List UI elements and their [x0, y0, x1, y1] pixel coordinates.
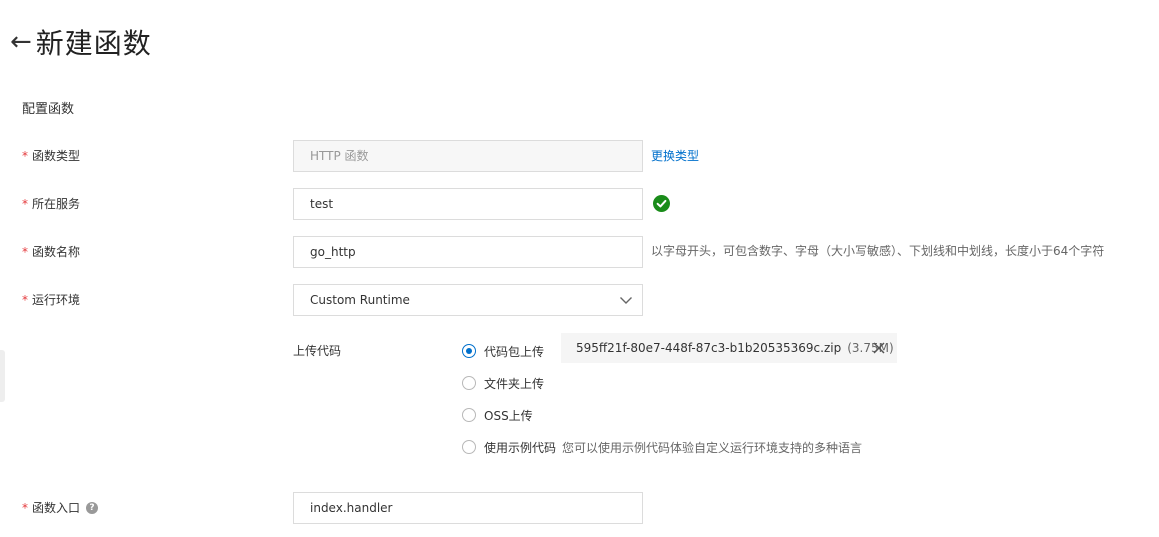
- function-type-label: * 函数类型: [22, 140, 80, 172]
- close-icon[interactable]: [873, 342, 885, 354]
- required-mark: *: [22, 245, 28, 259]
- service-label-text: 所在服务: [32, 197, 81, 211]
- entry-label-text: 函数入口: [32, 501, 81, 515]
- file-name: 595ff21f-80e7-448f-87c3-b1b20535369c.zip: [576, 341, 842, 355]
- radio-label: OSS上传: [484, 408, 533, 423]
- radio-button[interactable]: [462, 376, 476, 390]
- file-size: (3.75M): [847, 341, 894, 355]
- service-label: * 所在服务: [22, 188, 80, 220]
- required-mark: *: [22, 501, 28, 515]
- runtime-select-value: Custom Runtime: [310, 293, 410, 307]
- radio-package-upload[interactable]: 代码包上传: [462, 342, 544, 360]
- radio-label: 文件夹上传: [484, 376, 545, 391]
- required-mark: *: [22, 293, 28, 307]
- radio-description: 您可以使用示例代码体验自定义运行环境支持的多种语言: [562, 440, 863, 455]
- runtime-label-text: 运行环境: [32, 293, 81, 307]
- radio-button[interactable]: [462, 408, 476, 422]
- radio-oss-upload[interactable]: OSS上传: [462, 406, 533, 424]
- chevron-down-icon: [620, 297, 632, 304]
- function-name-label: * 函数名称: [22, 236, 80, 268]
- entry-row: * 函数入口 ? index.handler: [0, 492, 1159, 524]
- runtime-select[interactable]: Custom Runtime: [293, 284, 643, 316]
- uploaded-file-chip: 595ff21f-80e7-448f-87c3-b1b20535369c.zip…: [561, 333, 897, 363]
- radio-button[interactable]: [462, 440, 476, 454]
- arrow-left-icon[interactable]: ←: [10, 29, 32, 55]
- help-icon[interactable]: ?: [86, 502, 99, 514]
- function-type-field: HTTP 函数: [293, 140, 643, 172]
- check-circle-icon: [653, 195, 670, 212]
- upload-code-label: 上传代码: [293, 344, 342, 358]
- required-mark: *: [22, 197, 28, 211]
- function-name-input[interactable]: go_http: [293, 236, 643, 268]
- entry-label: * 函数入口 ?: [22, 492, 99, 524]
- service-row: * 所在服务 test: [0, 188, 1159, 220]
- runtime-label: * 运行环境: [22, 284, 80, 316]
- runtime-row: * 运行环境 Custom Runtime: [0, 284, 1159, 316]
- required-mark: *: [22, 149, 28, 163]
- radio-button[interactable]: [462, 344, 476, 358]
- page: ← 新建函数 配置函数 * 函数类型 HTTP 函数 更换类型 * 所在服务 t…: [0, 0, 1159, 537]
- page-title: 新建函数: [35, 27, 152, 60]
- entry-input[interactable]: index.handler: [293, 492, 643, 524]
- radio-sample-code[interactable]: 使用示例代码 您可以使用示例代码体验自定义运行环境支持的多种语言: [462, 438, 862, 456]
- function-name-hint: 以字母开头，可包含数字、字母（大小写敏感）、下划线和中划线，长度小于64个字符: [651, 244, 1105, 258]
- service-input[interactable]: test: [293, 188, 643, 220]
- function-type-row: * 函数类型 HTTP 函数 更换类型: [0, 140, 1159, 172]
- radio-label: 代码包上传: [484, 344, 545, 359]
- function-type-label-text: 函数类型: [32, 149, 81, 163]
- page-header: ← 新建函数: [10, 20, 152, 64]
- side-handle[interactable]: [0, 350, 5, 402]
- function-name-label-text: 函数名称: [32, 245, 81, 259]
- radio-label: 使用示例代码: [484, 440, 557, 455]
- radio-folder-upload[interactable]: 文件夹上传: [462, 374, 544, 392]
- section-title: 配置函数: [22, 102, 75, 117]
- change-type-link[interactable]: 更换类型: [651, 140, 699, 172]
- function-name-row: * 函数名称 go_http 以字母开头，可包含数字、字母（大小写敏感）、下划线…: [0, 236, 1159, 268]
